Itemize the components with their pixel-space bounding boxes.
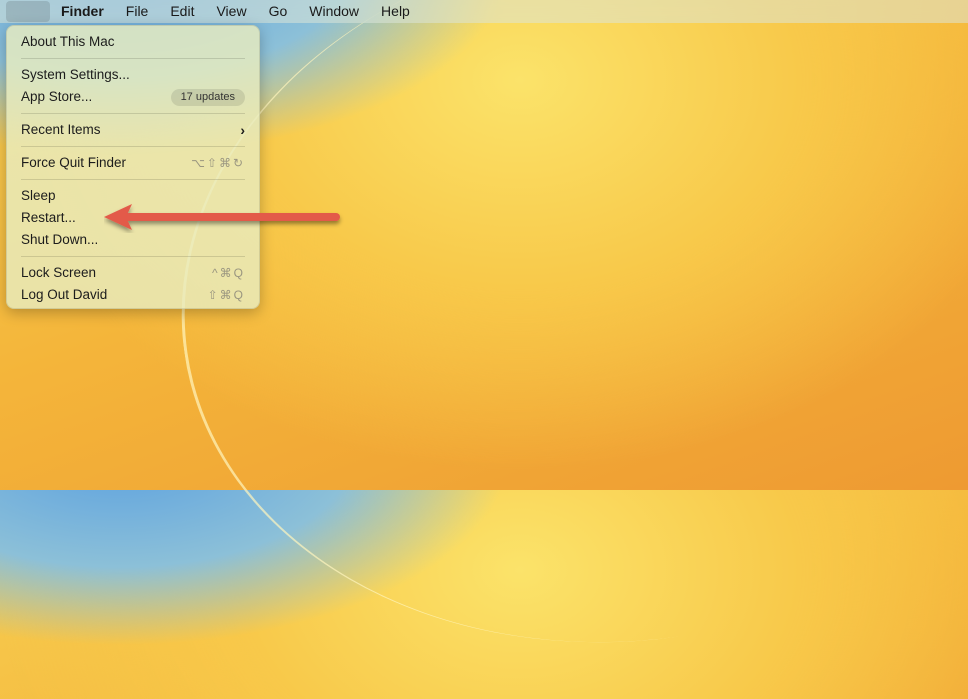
shortcut: ⇧⌘Q: [207, 288, 245, 302]
shortcut: ^⌘Q: [212, 266, 245, 280]
apple-menu: About This Mac System Settings... App St…: [6, 25, 260, 309]
label: Restart...: [21, 210, 76, 225]
annotation-arrow-icon: [104, 204, 340, 230]
menubar-help[interactable]: Help: [370, 0, 421, 23]
menu-item-system-settings[interactable]: System Settings...: [7, 64, 259, 86]
label: System Settings...: [21, 67, 130, 82]
menubar-go[interactable]: Go: [258, 0, 299, 23]
label: Sleep: [21, 188, 56, 203]
menu-item-app-store[interactable]: App Store... 17 updates: [7, 86, 259, 108]
separator: [21, 146, 245, 147]
apple-menu-button[interactable]: [6, 1, 50, 22]
label: App Store...: [21, 89, 93, 104]
menubar-window[interactable]: Window: [298, 0, 370, 23]
label: About This Mac: [21, 34, 115, 49]
separator: [21, 58, 245, 59]
shortcut: ⌥⇧⌘↻: [191, 156, 245, 170]
menu-item-about[interactable]: About This Mac: [7, 31, 259, 53]
separator: [21, 113, 245, 114]
label: Lock Screen: [21, 265, 97, 280]
label: Shut Down...: [21, 232, 99, 247]
menu-item-recent-items[interactable]: Recent Items ›: [7, 119, 259, 141]
menubar-edit[interactable]: Edit: [159, 0, 205, 23]
separator: [21, 256, 245, 257]
updates-badge: 17 updates: [170, 88, 245, 106]
menu-item-force-quit[interactable]: Force Quit Finder ⌥⇧⌘↻: [7, 152, 259, 174]
menubar-file[interactable]: File: [115, 0, 160, 23]
label: Force Quit Finder: [21, 155, 127, 170]
menu-item-log-out[interactable]: Log Out David ⇧⌘Q: [7, 284, 259, 306]
chevron-right-icon: ›: [240, 122, 245, 138]
separator: [21, 179, 245, 180]
label: Recent Items: [21, 122, 101, 137]
wallpaper-wave: [135, 0, 968, 699]
label: Log Out David: [21, 287, 108, 302]
menu-item-lock-screen[interactable]: Lock Screen ^⌘Q: [7, 262, 259, 284]
menu-bar: Finder File Edit View Go Window Help: [0, 0, 968, 23]
menubar-finder[interactable]: Finder: [50, 0, 115, 23]
menubar-view[interactable]: View: [205, 0, 257, 23]
